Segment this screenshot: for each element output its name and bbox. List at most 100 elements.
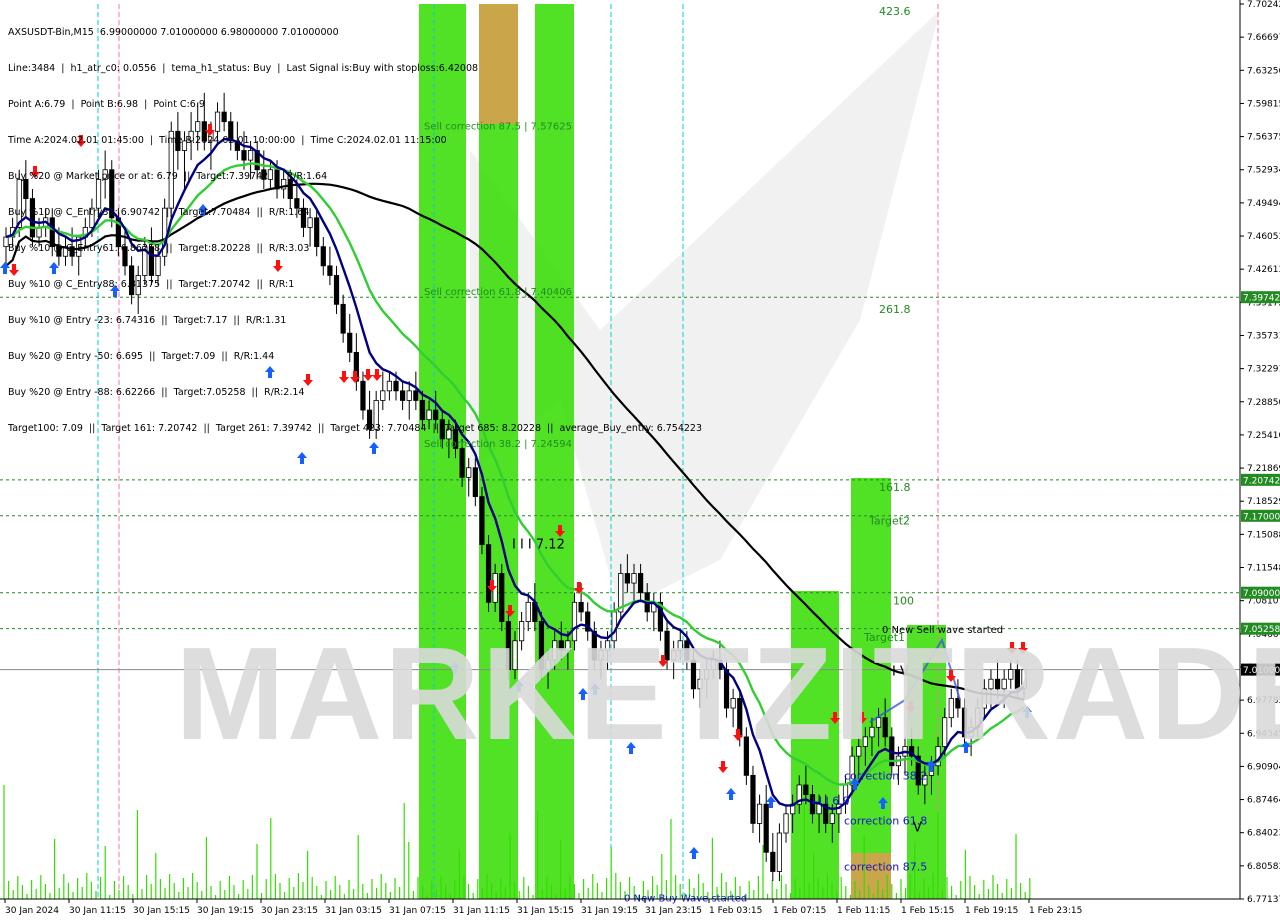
candle-down (287, 178, 293, 199)
chart-canvas[interactable]: Sell correction 87.5 | 7.57625 Sell corre… (0, 0, 1280, 920)
price-tick-label: 7.59815 (1247, 99, 1280, 109)
candle-down (485, 544, 492, 603)
candle-down (261, 169, 267, 180)
candle-up (247, 150, 254, 161)
sell-correction-label: Sell correction 61.8 | 7.40406 (424, 287, 572, 298)
price-tick-label: 6.77137 (1247, 895, 1280, 905)
sell-zone-3 (535, 4, 574, 899)
candle-down (175, 130, 181, 151)
candle-up (671, 649, 677, 661)
level-tag-label: 7.09000 (1243, 589, 1280, 599)
candle-up (730, 698, 736, 709)
time-tick-label: 30 Jan 11:15 (69, 906, 126, 916)
candle-up (380, 390, 386, 401)
time-tick-label: 30 Jan 2024 (5, 906, 59, 916)
level-tag-label: 7.17000 (1243, 512, 1280, 522)
candle-down (340, 303, 346, 334)
current-price-label: 7.01000 (1243, 666, 1280, 676)
candle-down (723, 669, 730, 709)
price-tick-label: 7.66697 (1247, 33, 1280, 43)
candle-down (241, 150, 247, 161)
time-tick-label: 1 Feb 23:15 (1029, 906, 1082, 916)
candle-up (862, 736, 868, 747)
price-tick-label: 7.32291 (1247, 365, 1280, 375)
candle-up (195, 121, 201, 132)
candle-up (519, 621, 525, 642)
candle-down (314, 217, 320, 248)
buy-zone-2 (851, 478, 891, 899)
candle-up (611, 611, 617, 642)
level-tag-label: 7.20742 (1243, 476, 1280, 486)
candle-up (89, 207, 95, 228)
candle-up (875, 717, 882, 728)
sell-zone-2-extension (479, 4, 518, 124)
price-tick-label: 6.94345 (1247, 729, 1280, 739)
candle-down (578, 601, 584, 613)
candle-up (856, 746, 862, 757)
wave-label: 423.6 (879, 5, 911, 18)
candle-up (981, 688, 987, 709)
candle-up (545, 659, 551, 671)
candle-up (988, 678, 994, 690)
wave-label: 0 New Sell wave started (882, 625, 1003, 636)
candle-down (763, 803, 769, 853)
price-tick-label: 6.84023 (1247, 829, 1280, 839)
wave-label: correction 87.5 (844, 861, 927, 874)
price-tick-label: 7.42613 (1247, 265, 1280, 275)
candle-up (1001, 678, 1007, 690)
candle-up (3, 236, 9, 248)
candle-down (300, 207, 307, 228)
price-tick-label: 6.97785 (1247, 696, 1280, 706)
wave-label: correction 38.2 (844, 769, 927, 782)
candle-down (228, 121, 234, 142)
time-tick-label: 1 Feb 11:15 (837, 906, 890, 916)
wave-label: I I I 7.12 (512, 538, 565, 553)
price-tick-label: 7.25410 (1247, 431, 1280, 441)
price-tick-label: 7.11548 (1247, 564, 1280, 574)
price-tick-label: 7.35731 (1247, 331, 1280, 341)
candle-down (538, 621, 545, 671)
candle-up (214, 111, 221, 132)
candle-up (631, 573, 637, 584)
candle-down (439, 419, 445, 440)
candle-up (948, 698, 954, 719)
candle-down (684, 640, 690, 661)
wave-label: Target2 (868, 515, 910, 528)
candle-up (155, 255, 161, 276)
wave-label: I V (892, 665, 909, 680)
candle-up (267, 169, 274, 180)
price-tick-label: 6.87464 (1247, 796, 1280, 806)
price-tick-label: 7.28850 (1247, 398, 1280, 408)
candle-down (1014, 669, 1020, 690)
candle-down (770, 851, 776, 872)
price-tick-label: 6.80583 (1247, 862, 1280, 872)
candle-up (512, 640, 518, 671)
candle-up (571, 601, 578, 642)
chart-root: Sell correction 87.5 | 7.57625 Sell corre… (0, 0, 1280, 920)
candle-up (829, 813, 835, 824)
price-tick-label: 7.46053 (1247, 232, 1280, 242)
candle-down (413, 390, 419, 401)
candle-down (637, 573, 644, 594)
price-tick-label: 7.70242 (1247, 0, 1280, 10)
candle-down (294, 198, 300, 209)
candle-up (1021, 669, 1027, 690)
candle-down (333, 275, 340, 305)
candle-down (994, 678, 1001, 690)
candle-down (505, 621, 511, 671)
candle-up (386, 380, 393, 392)
price-tick-label: 7.52934 (1247, 166, 1280, 176)
candle-up (188, 130, 194, 142)
candle-up (466, 467, 472, 478)
candle-down (743, 736, 749, 776)
candle-down (221, 111, 227, 123)
time-tick-label: 31 Jan 03:15 (325, 906, 382, 916)
candle-up (598, 649, 604, 661)
candle-up (525, 601, 531, 622)
candle-up (869, 726, 875, 738)
candle-up (677, 640, 683, 651)
candle-down (433, 409, 439, 421)
wave-label: V (913, 820, 922, 835)
candle-down (148, 246, 155, 276)
candle-down (360, 380, 366, 411)
